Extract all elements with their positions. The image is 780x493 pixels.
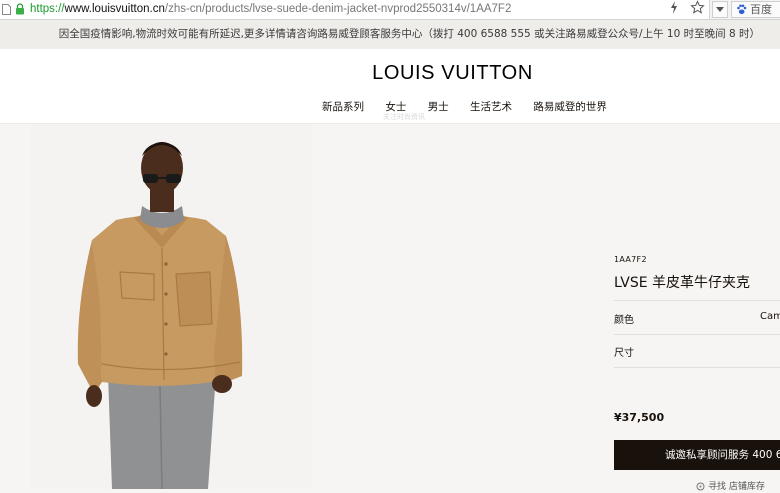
site-header: LOUIS VUITTON 新品系列 女士 男士 生活艺术 路易威登的世界 关注…	[0, 49, 780, 124]
nav-item-living[interactable]: 生活艺术	[470, 99, 512, 114]
star-icon[interactable]	[690, 0, 705, 15]
page-icon	[2, 4, 11, 15]
chevron-down-icon	[716, 7, 724, 12]
product-sku: 1AA7F2	[614, 255, 647, 264]
notice-banner: 因全国疫情影响,物流时效可能有所延迟,更多详情请咨询路易威登顾客服务中心（拨打 …	[0, 20, 780, 49]
model-illustration	[77, 142, 243, 489]
nav-item-men[interactable]: 男士	[428, 99, 449, 114]
brand-logo[interactable]: LOUIS VUITTON	[0, 62, 780, 85]
nav-item-new[interactable]: 新品系列	[322, 99, 364, 114]
advisor-contact-button[interactable]: 诚邀私享顾问服务 400 6588 555	[614, 440, 780, 470]
url-scheme: https://	[30, 3, 65, 15]
lock-icon[interactable]	[15, 3, 25, 15]
store-stock-link[interactable]: 寻找 店铺库存	[614, 479, 780, 493]
size-label: 尺寸	[614, 348, 634, 359]
browser-address-bar: https://www.louisvuitton.cn/zhs-cn/produ…	[0, 0, 780, 20]
url-host: www.louisvuitton.cn	[64, 3, 165, 15]
store-stock-label: 寻找 店铺库存	[708, 482, 765, 492]
search-engine-label: 百度	[750, 3, 772, 16]
location-pin-icon	[696, 482, 705, 491]
search-engine-button[interactable]: 百度	[731, 1, 780, 18]
notice-text: 因全国疫情影响,物流时效可能有所延迟,更多详情请咨询路易威登顾客服务中心（拨打 …	[58, 28, 760, 40]
product-info: 1AA7F2 LVSE 羊皮革牛仔夹克 颜色 Camel 尺寸 ¥37,500 …	[614, 124, 780, 492]
product-image[interactable]	[30, 124, 312, 489]
color-value: Camel	[760, 311, 780, 322]
nav-item-world[interactable]: 路易威登的世界	[533, 99, 607, 114]
bolt-icon[interactable]	[669, 0, 679, 15]
color-selector[interactable]: 颜色 Camel	[614, 300, 780, 335]
nav-sub-hint: 关注时尚资讯	[383, 113, 425, 121]
url-dropdown-button[interactable]	[712, 1, 728, 18]
paw-icon	[737, 4, 747, 15]
product-price: ¥37,500	[614, 411, 665, 424]
product-name: LVSE 羊皮革牛仔夹克	[614, 275, 751, 291]
url-path: /zhs-cn/products/lvse-suede-denim-jacket…	[164, 3, 512, 15]
main-nav: 新品系列 女士 男士 生活艺术 路易威登的世界	[322, 99, 625, 115]
size-selector[interactable]: 尺寸	[614, 334, 780, 368]
advisor-contact-label: 诚邀私享顾问服务 400 6588 555	[665, 449, 780, 461]
url-text: https://www.louisvuitton.cn/zhs-cn/produ…	[30, 0, 511, 19]
color-label: 颜色	[614, 315, 634, 326]
url-field[interactable]: https://www.louisvuitton.cn/zhs-cn/produ…	[0, 0, 710, 19]
